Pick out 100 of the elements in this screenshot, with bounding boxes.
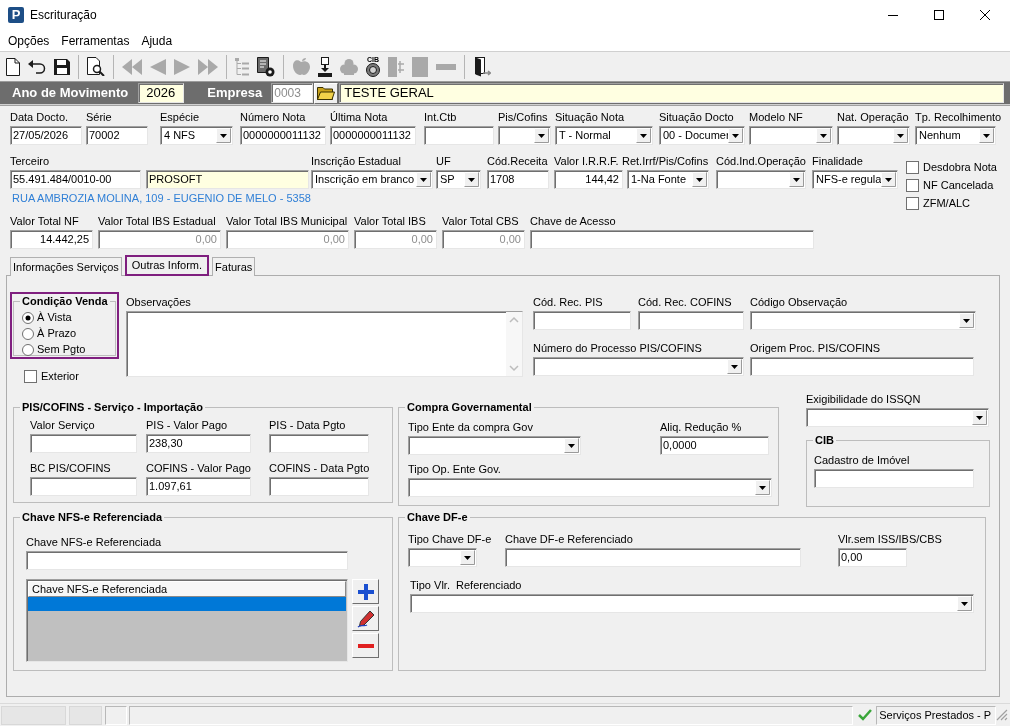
dropdown[interactable] xyxy=(533,357,744,376)
new-document-icon[interactable] xyxy=(6,57,20,76)
input-field[interactable]: 0000000011132 xyxy=(240,126,326,145)
radio-icon[interactable] xyxy=(22,311,34,324)
dropdown-arrow-icon[interactable] xyxy=(979,128,994,143)
resize-grip-icon[interactable] xyxy=(996,709,1008,721)
dropdown[interactable] xyxy=(806,408,989,427)
dropdown-arrow-icon[interactable] xyxy=(460,550,475,565)
tab[interactable]: Faturas xyxy=(212,257,256,276)
input-field[interactable]: 238,30 xyxy=(146,434,251,453)
radio-option[interactable]: À Prazo xyxy=(22,327,77,340)
tab[interactable]: Informações Serviços xyxy=(10,257,122,276)
dropdown-arrow-icon[interactable] xyxy=(893,128,908,143)
dropdown-arrow-icon[interactable] xyxy=(564,438,579,453)
dropdown[interactable]: 4 NFS xyxy=(160,126,233,145)
add-button[interactable] xyxy=(352,579,379,604)
save-icon[interactable] xyxy=(54,58,70,75)
input-field[interactable]: 1708 xyxy=(487,170,549,189)
maximize-icon[interactable] xyxy=(934,10,944,20)
document-gear-icon[interactable] xyxy=(257,56,275,77)
dropdown[interactable]: 00 - Documer xyxy=(659,126,745,145)
checkbox[interactable]: NF Cancelada xyxy=(906,179,994,192)
close-icon[interactable] xyxy=(980,10,990,20)
radio-icon[interactable] xyxy=(22,327,34,340)
dropdown[interactable]: 1-Na Fonte xyxy=(627,170,709,189)
input-field[interactable] xyxy=(533,311,631,330)
dropdown-arrow-icon[interactable] xyxy=(636,128,651,143)
input-field[interactable] xyxy=(814,469,974,488)
input-field[interactable] xyxy=(505,548,801,567)
input-field[interactable] xyxy=(269,477,369,496)
vertical-scrollbar[interactable] xyxy=(506,312,522,376)
undo-icon[interactable] xyxy=(28,59,46,74)
input-field[interactable]: PROSOFT xyxy=(146,170,309,189)
checkbox[interactable]: ZFM/ALC xyxy=(906,197,971,210)
input-field[interactable]: 0,0000 xyxy=(660,436,769,455)
menu-item[interactable]: Ferramentas xyxy=(57,32,134,49)
dropdown[interactable] xyxy=(408,478,772,497)
input-field[interactable] xyxy=(26,551,348,570)
dropdown[interactable]: T - Normal xyxy=(555,126,653,145)
list-box[interactable]: Chave NFS-e Referenciada xyxy=(26,579,348,662)
dropdown[interactable] xyxy=(750,311,976,330)
tab[interactable]: Outras Inform. xyxy=(124,255,210,276)
dropdown-arrow-icon[interactable] xyxy=(464,172,479,187)
folder-button[interactable] xyxy=(314,82,339,104)
dropdown-arrow-icon[interactable] xyxy=(881,172,896,187)
checkbox-icon[interactable] xyxy=(906,197,919,210)
print-preview-icon[interactable] xyxy=(87,57,105,76)
checkbox-icon[interactable] xyxy=(906,179,919,192)
coin-icon[interactable] xyxy=(366,63,380,77)
checkbox[interactable]: Exterior xyxy=(24,370,79,383)
radio-option[interactable]: Sem Pgto xyxy=(22,343,86,356)
input-field[interactable] xyxy=(30,477,137,496)
input-field[interactable]: 70002 xyxy=(86,126,148,145)
dropdown-arrow-icon[interactable] xyxy=(216,128,231,143)
input-field[interactable] xyxy=(30,434,137,453)
input-field[interactable]: 1.097,61 xyxy=(146,477,251,496)
checkbox-icon[interactable] xyxy=(906,161,919,174)
dropdown[interactable]: SP xyxy=(436,170,481,189)
input-field[interactable] xyxy=(638,311,744,330)
dropdown[interactable] xyxy=(408,436,581,455)
input-field[interactable] xyxy=(424,126,494,145)
dropdown-arrow-icon[interactable] xyxy=(755,480,770,495)
text-area[interactable] xyxy=(126,311,523,377)
checkbox-icon[interactable] xyxy=(24,370,37,383)
dropdown-arrow-icon[interactable] xyxy=(727,359,742,374)
dropdown[interactable] xyxy=(837,126,910,145)
dropdown-arrow-icon[interactable] xyxy=(534,128,549,143)
dropdown-arrow-icon[interactable] xyxy=(959,313,974,328)
radio-icon[interactable] xyxy=(22,343,34,356)
dropdown-arrow-icon[interactable] xyxy=(416,172,431,187)
dropdown-arrow-icon[interactable] xyxy=(692,172,707,187)
input-field[interactable]: TESTE GERAL xyxy=(339,83,1004,103)
input-field[interactable] xyxy=(750,357,974,376)
column-header[interactable]: Chave NFS-e Referenciada xyxy=(28,581,346,597)
input-field[interactable]: 27/05/2026 xyxy=(10,126,82,145)
input-field[interactable]: 2026 xyxy=(138,83,185,103)
input-field[interactable]: 0,00 xyxy=(838,548,907,567)
dropdown[interactable] xyxy=(408,548,477,567)
remove-button[interactable] xyxy=(352,633,379,658)
dropdown[interactable] xyxy=(498,126,551,145)
input-field[interactable]: 55.491.484/0010-00 xyxy=(10,170,141,189)
input-field[interactable]: 144,42 xyxy=(554,170,623,189)
radio-option[interactable]: À Vista xyxy=(22,311,72,324)
exit-door-icon[interactable] xyxy=(473,56,491,77)
input-field[interactable]: 0000000011132 xyxy=(330,126,416,145)
dropdown-arrow-icon[interactable] xyxy=(816,128,831,143)
minimize-icon[interactable] xyxy=(888,14,898,16)
dropdown[interactable]: Inscrição em branco xyxy=(311,170,433,189)
input-field[interactable]: 14.442,25 xyxy=(10,230,93,249)
dropdown[interactable] xyxy=(716,170,806,189)
dropdown[interactable]: Nenhum xyxy=(915,126,996,145)
dropdown-arrow-icon[interactable] xyxy=(789,172,804,187)
stamp-icon[interactable] xyxy=(318,56,332,77)
dropdown-arrow-icon[interactable] xyxy=(957,596,972,611)
input-field[interactable] xyxy=(269,434,369,453)
dropdown-arrow-icon[interactable] xyxy=(972,410,987,425)
edit-button[interactable] xyxy=(352,606,379,631)
dropdown[interactable]: NFS-e regula xyxy=(812,170,898,189)
menu-item[interactable]: Ajuda xyxy=(137,32,177,49)
checkbox[interactable]: Desdobra Nota xyxy=(906,161,997,174)
